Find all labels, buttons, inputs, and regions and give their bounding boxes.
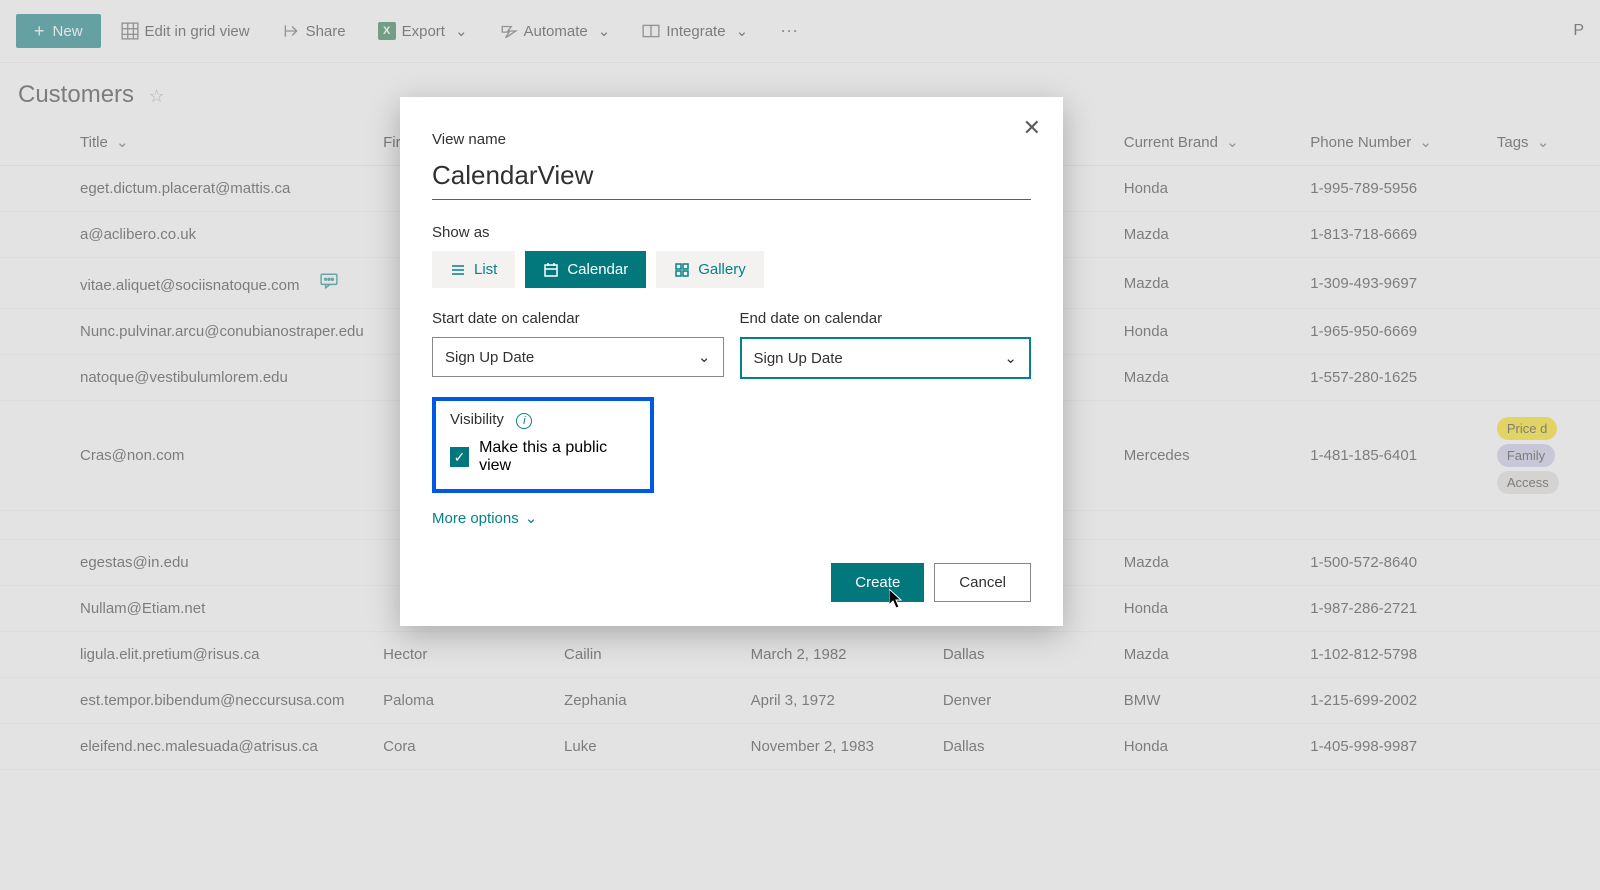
create-view-dialog: ✕ View name Show as List Calendar Galler… [400,97,1063,626]
cancel-button[interactable]: Cancel [934,563,1031,602]
visibility-label-row: Visibility i [450,411,636,429]
public-view-label: Make this a public view [479,439,636,475]
start-date-select[interactable]: Sign Up Date ⌄ [432,337,724,377]
start-date-label: Start date on calendar [432,310,724,327]
create-button[interactable]: Create [831,563,924,602]
dialog-footer: Create Cancel [432,563,1031,602]
info-icon[interactable]: i [516,413,532,429]
close-button[interactable]: ✕ [1023,115,1041,141]
show-as-row: List Calendar Gallery [432,251,1031,288]
date-row: Start date on calendar Sign Up Date ⌄ En… [432,310,1031,379]
chevron-down-icon: ⌄ [525,509,538,527]
chevron-down-icon: ⌄ [698,348,711,366]
show-as-label: Show as [432,224,1031,241]
more-options-button[interactable]: More options ⌄ [432,509,537,527]
end-date-select[interactable]: Sign Up Date ⌄ [740,337,1032,379]
list-label: List [474,261,497,278]
close-icon: ✕ [1023,115,1041,140]
start-date-col: Start date on calendar Sign Up Date ⌄ [432,310,724,379]
end-date-col: End date on calendar Sign Up Date ⌄ [740,310,1032,379]
end-date-label: End date on calendar [740,310,1032,327]
view-name-input[interactable] [432,156,1031,200]
calendar-label: Calendar [567,261,628,278]
public-view-row[interactable]: ✓ Make this a public view [450,439,636,475]
show-as-calendar-button[interactable]: Calendar [525,251,646,288]
view-name-label: View name [432,131,1031,148]
show-as-gallery-button[interactable]: Gallery [656,251,764,288]
show-as-list-button[interactable]: List [432,251,515,288]
more-options-label: More options [432,510,519,527]
end-date-value: Sign Up Date [754,350,843,367]
start-date-value: Sign Up Date [445,349,534,366]
chevron-down-icon: ⌄ [1004,349,1017,367]
checkbox-checked-icon[interactable]: ✓ [450,447,469,467]
gallery-label: Gallery [698,261,746,278]
calendar-icon [543,262,559,278]
visibility-label: Visibility [450,411,504,428]
list-icon [450,262,466,278]
gallery-icon [674,262,690,278]
visibility-section: Visibility i ✓ Make this a public view [432,397,654,493]
